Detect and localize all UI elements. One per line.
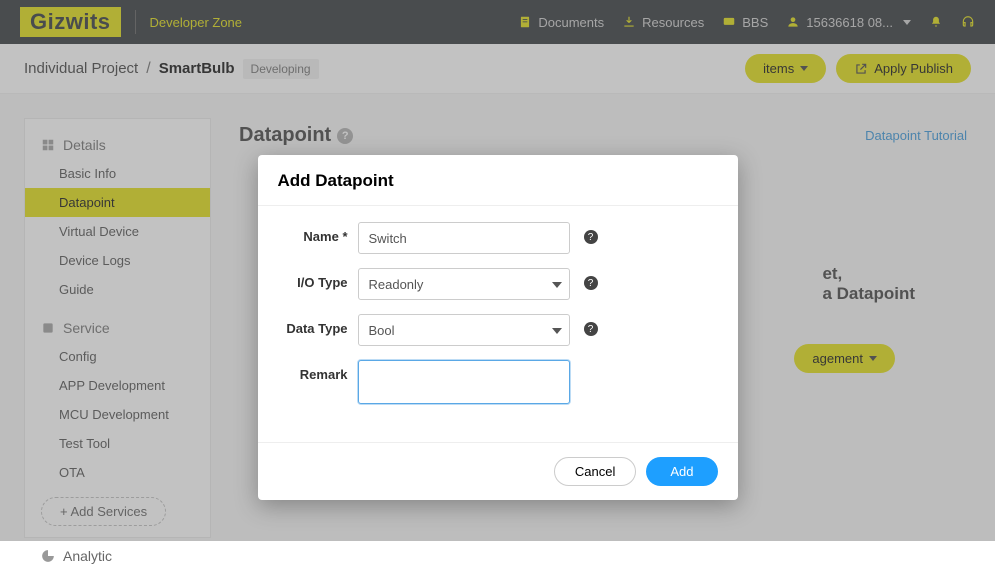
help-icon[interactable]: ? [584, 230, 598, 244]
modal-footer: Cancel Add [258, 442, 738, 500]
io-type-select[interactable]: Readonly [358, 268, 570, 300]
io-label: I/O Type [282, 268, 358, 290]
modal-overlay: Add Datapoint Name * ? I/O Type Readonly… [0, 0, 995, 541]
add-datapoint-modal: Add Datapoint Name * ? I/O Type Readonly… [258, 155, 738, 500]
help-icon[interactable]: ? [584, 276, 598, 290]
sidebar-group-analytic: Analytic [25, 542, 210, 570]
form-row-remark: Remark [282, 360, 714, 404]
modal-title: Add Datapoint [258, 155, 738, 206]
form-row-name: Name * ? [282, 222, 714, 254]
remark-textarea[interactable] [358, 360, 570, 404]
name-input[interactable] [358, 222, 570, 254]
modal-body: Name * ? I/O Type Readonly ? Data Type B… [258, 206, 738, 442]
group-title: Analytic [63, 548, 112, 564]
form-row-io: I/O Type Readonly ? [282, 268, 714, 300]
data-type-select[interactable]: Bool [358, 314, 570, 346]
add-button[interactable]: Add [646, 457, 717, 486]
cancel-button[interactable]: Cancel [554, 457, 636, 486]
remark-label: Remark [282, 360, 358, 382]
analytic-icon [41, 549, 55, 563]
form-row-dtype: Data Type Bool ? [282, 314, 714, 346]
help-icon[interactable]: ? [584, 322, 598, 336]
dtype-label: Data Type [282, 314, 358, 336]
name-label: Name * [282, 222, 358, 244]
